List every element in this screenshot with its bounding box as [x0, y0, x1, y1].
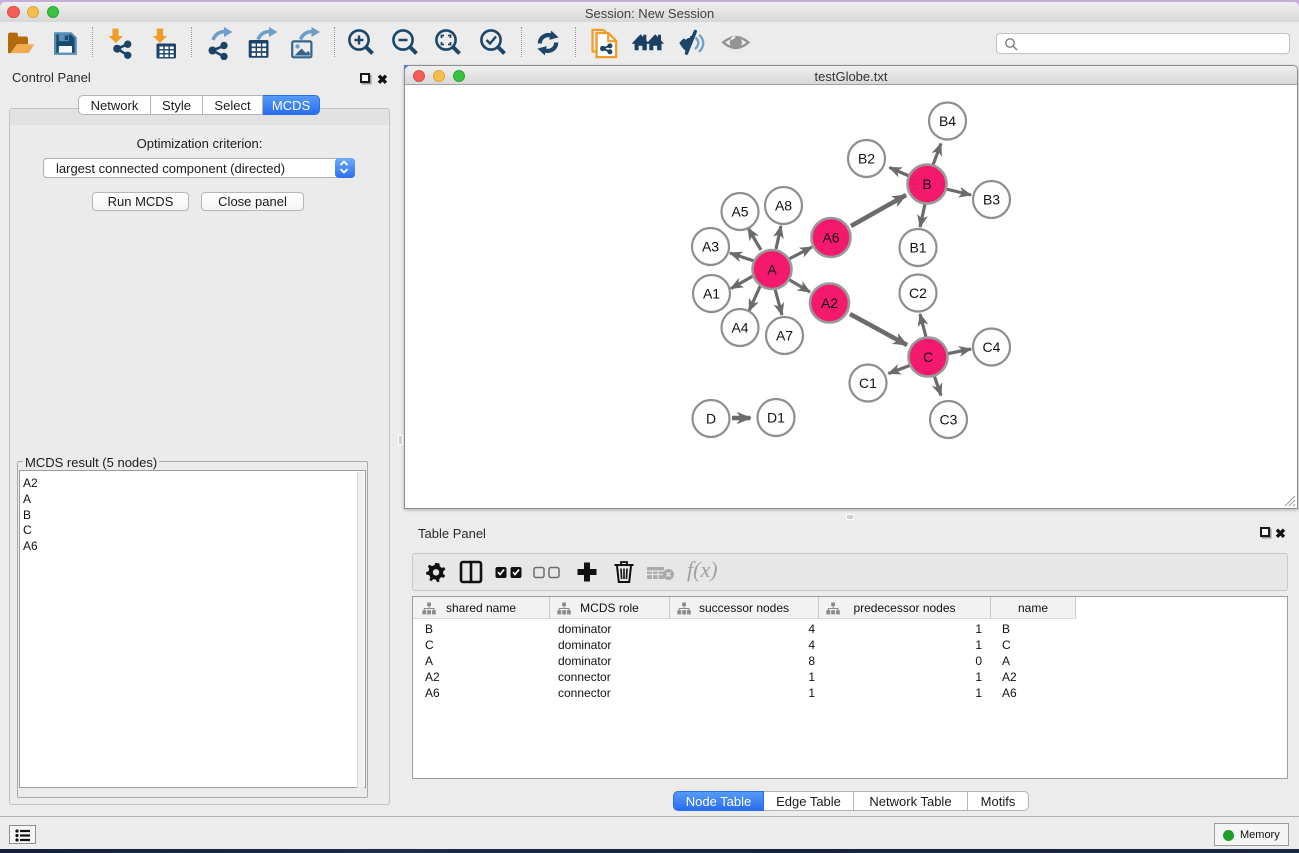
svg-text:D1: D1 — [767, 410, 785, 426]
svg-text:B: B — [922, 176, 931, 192]
svg-text:A4: A4 — [731, 320, 748, 336]
svg-text:A5: A5 — [731, 204, 748, 220]
svg-text:B2: B2 — [858, 151, 875, 167]
svg-text:B4: B4 — [939, 113, 956, 129]
svg-text:A1: A1 — [703, 286, 720, 302]
svg-text:A7: A7 — [776, 328, 793, 344]
svg-text:C4: C4 — [983, 339, 1001, 355]
svg-text:A2: A2 — [821, 295, 838, 311]
svg-text:A8: A8 — [775, 198, 792, 214]
svg-text:B3: B3 — [983, 192, 1000, 208]
svg-text:C1: C1 — [859, 375, 877, 391]
svg-text:C: C — [923, 349, 933, 365]
svg-text:A6: A6 — [822, 230, 839, 246]
svg-text:A: A — [767, 262, 777, 278]
svg-text:C2: C2 — [909, 285, 927, 301]
svg-text:A3: A3 — [702, 239, 719, 255]
svg-text:B1: B1 — [909, 240, 926, 256]
svg-text:D: D — [706, 411, 716, 427]
svg-text:C3: C3 — [940, 412, 958, 428]
